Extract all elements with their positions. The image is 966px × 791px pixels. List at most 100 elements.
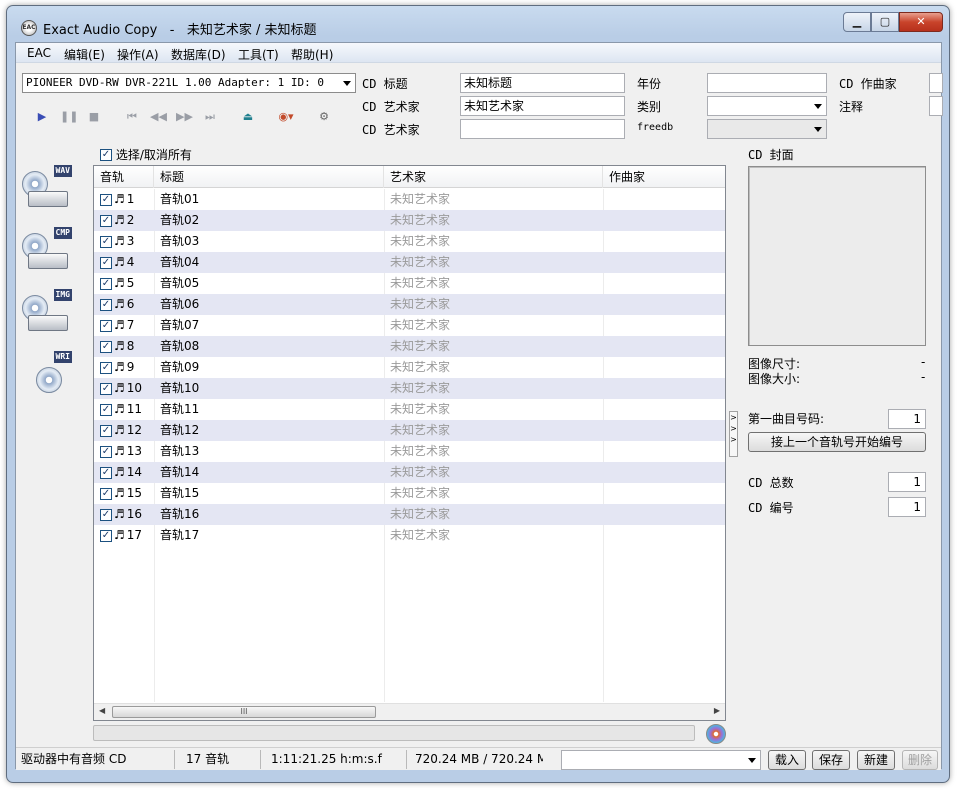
track-artist[interactable]: 未知艺术家 bbox=[390, 336, 450, 357]
last-track-icon[interactable]: ⏭ bbox=[202, 109, 218, 125]
track-artist[interactable]: 未知艺术家 bbox=[390, 189, 450, 210]
track-checkbox[interactable]: ✓ bbox=[100, 193, 112, 206]
horizontal-scrollbar[interactable]: ◀ III ▶ bbox=[94, 703, 725, 720]
composer-field[interactable] bbox=[929, 73, 943, 93]
year-field[interactable] bbox=[707, 73, 827, 93]
table-row[interactable]: ✓ ♬ 13 音轨13 未知艺术家 bbox=[94, 441, 725, 462]
cd-total-field[interactable]: 1 bbox=[888, 472, 926, 492]
track-checkbox[interactable]: ✓ bbox=[100, 298, 112, 311]
track-artist[interactable]: 未知艺术家 bbox=[390, 525, 450, 546]
scrollbar-thumb[interactable]: III bbox=[112, 706, 376, 718]
cd-artist-field[interactable]: 未知艺术家 bbox=[460, 96, 625, 116]
track-title[interactable]: 音轨16 bbox=[160, 504, 199, 525]
menu-edit[interactable]: 编辑(E) bbox=[64, 46, 105, 63]
track-checkbox[interactable]: ✓ bbox=[100, 235, 112, 248]
track-artist[interactable]: 未知艺术家 bbox=[390, 231, 450, 252]
track-artist[interactable]: 未知艺术家 bbox=[390, 252, 450, 273]
track-title[interactable]: 音轨17 bbox=[160, 525, 199, 546]
first-track-number-field[interactable]: 1 bbox=[888, 409, 926, 429]
save-button[interactable]: 保存 bbox=[812, 750, 850, 770]
profile-select[interactable] bbox=[561, 750, 761, 770]
drive-select[interactable]: PIONEER DVD-RW DVR-221L 1.00 Adapter: 1 … bbox=[22, 73, 356, 93]
comment-field[interactable] bbox=[929, 96, 943, 116]
freedb-select[interactable] bbox=[707, 119, 827, 139]
menu-tools[interactable]: 工具(T) bbox=[238, 46, 279, 63]
track-title[interactable]: 音轨03 bbox=[160, 231, 199, 252]
load-button[interactable]: 载入 bbox=[768, 750, 806, 770]
track-checkbox[interactable]: ✓ bbox=[100, 319, 112, 332]
track-title[interactable]: 音轨02 bbox=[160, 210, 199, 231]
track-artist[interactable]: 未知艺术家 bbox=[390, 399, 450, 420]
table-row[interactable]: ✓ ♬ 14 音轨14 未知艺术家 bbox=[94, 462, 725, 483]
first-track-icon[interactable]: ⏮ bbox=[124, 109, 140, 125]
track-title[interactable]: 音轨14 bbox=[160, 462, 199, 483]
table-row[interactable]: ✓ ♬ 3 音轨03 未知艺术家 bbox=[94, 231, 725, 252]
cd-title-field[interactable]: 未知标题 bbox=[460, 73, 625, 93]
menu-action[interactable]: 操作(A) bbox=[117, 46, 159, 63]
track-artist[interactable]: 未知艺术家 bbox=[390, 504, 450, 525]
minimize-icon[interactable]: ▁ bbox=[843, 12, 871, 32]
genre-select[interactable] bbox=[707, 96, 827, 116]
track-checkbox[interactable]: ✓ bbox=[100, 277, 112, 290]
column-header-title[interactable]: 标题 bbox=[154, 166, 384, 188]
track-table[interactable]: 音轨 标题 艺术家 作曲家 ✓ ♬ 1 音轨01 未知艺术家 ✓ ♬ 2 音轨02 未知艺术家 ✓ ♬… bbox=[93, 165, 726, 721]
track-title[interactable]: 音轨10 bbox=[160, 378, 199, 399]
table-row[interactable]: ✓ ♬ 11 音轨11 未知艺术家 bbox=[94, 399, 725, 420]
close-icon[interactable]: ✕ bbox=[899, 12, 943, 32]
cd-disc-icon[interactable] bbox=[706, 724, 726, 744]
track-title[interactable]: 音轨05 bbox=[160, 273, 199, 294]
scroll-left-icon[interactable]: ◀ bbox=[99, 706, 105, 715]
table-row[interactable]: ✓ ♬ 17 音轨17 未知艺术家 bbox=[94, 525, 725, 546]
track-checkbox[interactable]: ✓ bbox=[100, 256, 112, 269]
table-row[interactable]: ✓ ♬ 12 音轨12 未知艺术家 bbox=[94, 420, 725, 441]
table-row[interactable]: ✓ ♬ 6 音轨06 未知艺术家 bbox=[94, 294, 725, 315]
track-checkbox[interactable]: ✓ bbox=[100, 340, 112, 353]
rewind-icon[interactable]: ◀◀ bbox=[150, 109, 167, 125]
track-checkbox[interactable]: ✓ bbox=[100, 487, 112, 500]
menu-eac[interactable]: EAC bbox=[27, 46, 51, 60]
track-checkbox[interactable]: ✓ bbox=[100, 403, 112, 416]
track-checkbox[interactable]: ✓ bbox=[100, 445, 112, 458]
scroll-right-icon[interactable]: ▶ bbox=[714, 706, 720, 715]
track-checkbox[interactable]: ✓ bbox=[100, 508, 112, 521]
track-artist[interactable]: 未知艺术家 bbox=[390, 378, 450, 399]
copy-compressed-button[interactable]: CMP bbox=[22, 227, 72, 275]
cd-artist2-field[interactable] bbox=[460, 119, 625, 139]
table-row[interactable]: ✓ ♬ 15 音轨15 未知艺术家 bbox=[94, 483, 725, 504]
play-icon[interactable]: ▶ bbox=[34, 109, 50, 125]
fast-forward-icon[interactable]: ▶▶ bbox=[176, 109, 193, 125]
delete-button[interactable]: 删除 bbox=[902, 750, 938, 770]
cd-number-field[interactable]: 1 bbox=[888, 497, 926, 517]
track-checkbox[interactable]: ✓ bbox=[100, 214, 112, 227]
column-header-artist[interactable]: 艺术家 bbox=[384, 166, 603, 188]
menu-help[interactable]: 帮助(H) bbox=[291, 46, 333, 63]
table-row[interactable]: ✓ ♬ 5 音轨05 未知艺术家 bbox=[94, 273, 725, 294]
track-checkbox[interactable]: ✓ bbox=[100, 466, 112, 479]
track-artist[interactable]: 未知艺术家 bbox=[390, 420, 450, 441]
menu-database[interactable]: 数据库(D) bbox=[171, 46, 226, 63]
maximize-icon[interactable]: ▢ bbox=[871, 12, 899, 32]
track-checkbox[interactable]: ✓ bbox=[100, 529, 112, 542]
track-artist[interactable]: 未知艺术家 bbox=[390, 441, 450, 462]
track-title[interactable]: 音轨15 bbox=[160, 483, 199, 504]
track-title[interactable]: 音轨01 bbox=[160, 189, 199, 210]
title-bar[interactable]: EAC Exact Audio Copy - 未知艺术家 / 未知标题 ▁ ▢ … bbox=[7, 6, 949, 42]
eject-icon[interactable]: ⏏ bbox=[240, 109, 256, 125]
network-icon[interactable]: ⚙ bbox=[314, 109, 334, 125]
cd-cover-image[interactable] bbox=[748, 166, 926, 346]
column-header-composer[interactable]: 作曲家 bbox=[603, 166, 725, 188]
track-artist[interactable]: 未知艺术家 bbox=[390, 210, 450, 231]
table-row[interactable]: ✓ ♬ 10 音轨10 未知艺术家 bbox=[94, 378, 725, 399]
cd-refresh-icon[interactable]: ◉▾ bbox=[274, 109, 298, 125]
select-all-checkbox[interactable]: ✓ 选择/取消所有 bbox=[100, 146, 192, 163]
track-title[interactable]: 音轨08 bbox=[160, 336, 199, 357]
expand-panel-handle[interactable]: > > > bbox=[729, 411, 738, 457]
track-checkbox[interactable]: ✓ bbox=[100, 361, 112, 374]
column-header-track[interactable]: 音轨 bbox=[94, 166, 154, 188]
copy-wav-button[interactable]: WAV bbox=[22, 165, 72, 213]
new-button[interactable]: 新建 bbox=[857, 750, 895, 770]
track-artist[interactable]: 未知艺术家 bbox=[390, 483, 450, 504]
stop-icon[interactable]: ■ bbox=[86, 109, 102, 125]
table-row[interactable]: ✓ ♬ 4 音轨04 未知艺术家 bbox=[94, 252, 725, 273]
table-row[interactable]: ✓ ♬ 8 音轨08 未知艺术家 bbox=[94, 336, 725, 357]
